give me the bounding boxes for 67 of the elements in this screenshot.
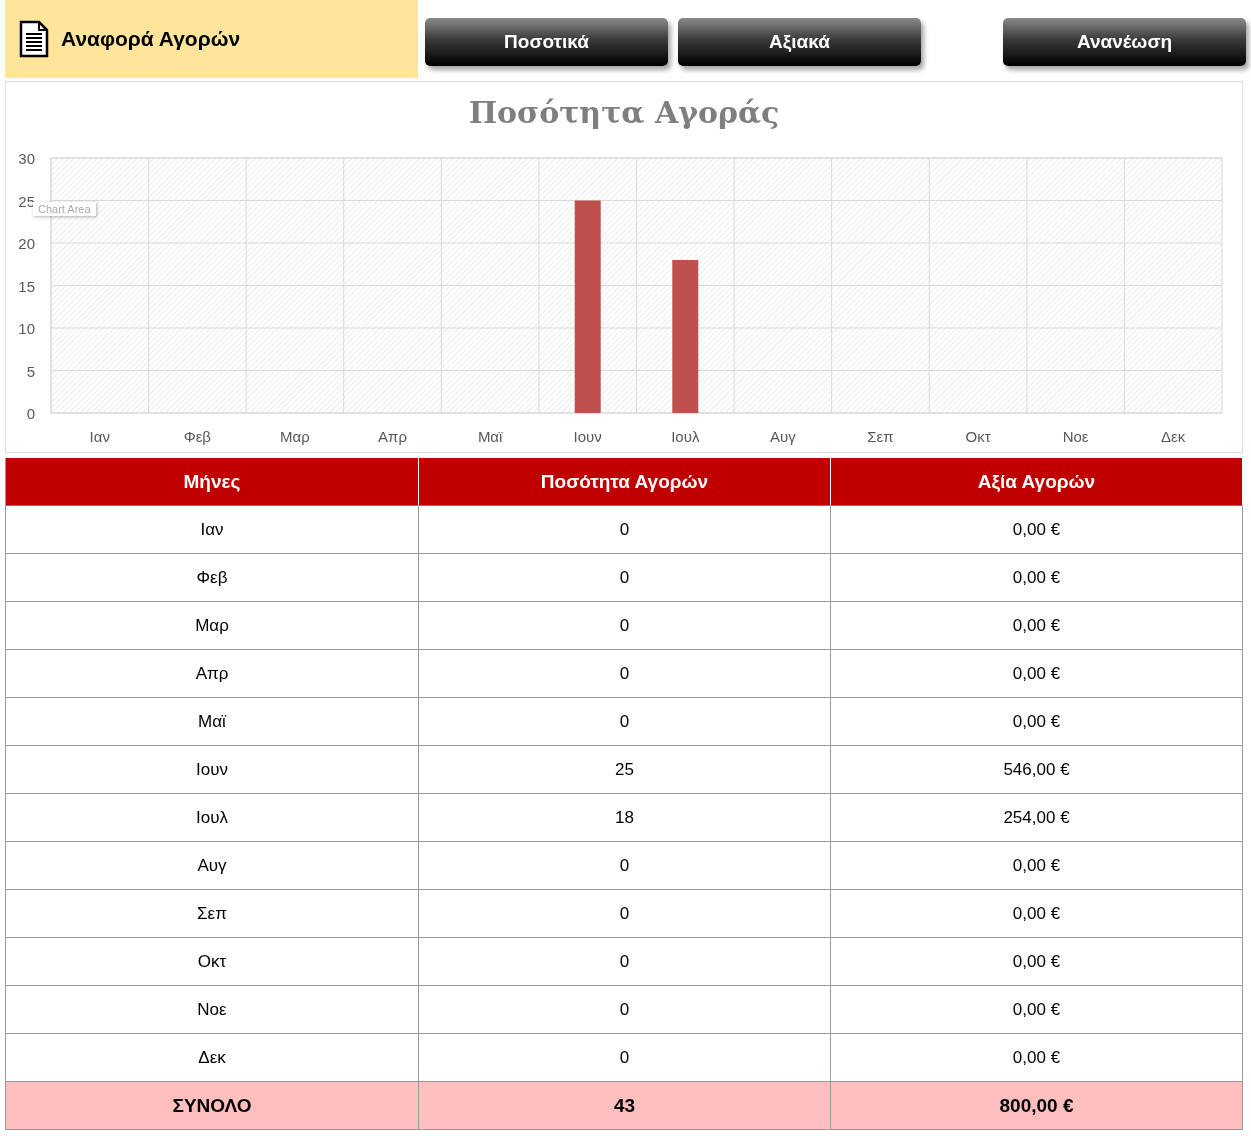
table-cell: Νοε (6, 986, 419, 1034)
table-cell: 0 (419, 842, 831, 890)
table-cell: 0,00 € (831, 842, 1243, 890)
refresh-button[interactable]: Ανανέωση (1003, 18, 1246, 66)
x-axis-label: Νοε (1062, 428, 1089, 445)
chart-title: Ποσότητα Αγοράς (468, 96, 780, 130)
table-cell: 18 (419, 794, 831, 842)
table-cell: Αυγ (6, 842, 419, 890)
y-axis-label: 0 (26, 405, 35, 422)
table-cell: 0 (419, 938, 831, 986)
table-cell: 0 (419, 698, 831, 746)
y-axis-label: 20 (18, 235, 35, 252)
table-cell: Απρ (6, 650, 419, 698)
table-cell: 0,00 € (831, 986, 1243, 1034)
x-axis-label: Μαρ (280, 428, 310, 445)
total-cell: 43 (419, 1082, 831, 1130)
table-cell: 25 (419, 746, 831, 794)
table-cell: 0,00 € (831, 554, 1243, 602)
y-axis-label: 15 (18, 277, 35, 295)
table-cell: 254,00 € (831, 794, 1243, 842)
table-cell: 546,00 € (831, 746, 1243, 794)
x-axis-label: Φεβ (183, 428, 211, 445)
table-cell: 0,00 € (831, 938, 1243, 986)
view-button[interactable]: Ποσοτικά (425, 18, 668, 66)
x-axis-label: Αυγ (770, 428, 796, 445)
column-header: Μήνες (6, 458, 419, 506)
document-icon (19, 20, 49, 58)
x-axis-label: Οκτ (965, 428, 991, 445)
report-title: Αναφορά Αγορών (61, 27, 241, 51)
view-button[interactable]: Αξιακά (678, 18, 921, 66)
table-cell: 0,00 € (831, 650, 1243, 698)
column-header: Αξία Αγορών (831, 458, 1243, 506)
table-cell: 0,00 € (831, 890, 1243, 938)
table-cell: 0 (419, 986, 831, 1034)
table-cell: 0 (419, 1034, 831, 1082)
table-cell: Μαρ (6, 602, 419, 650)
x-axis-label: Μαϊ (477, 428, 503, 445)
table-cell: 0,00 € (831, 506, 1243, 554)
table-cell: 0 (419, 602, 831, 650)
table-cell: 0 (419, 554, 831, 602)
y-axis-label: 5 (26, 362, 35, 380)
total-cell: ΣΥΝΟΛΟ (6, 1082, 419, 1130)
table-cell: 0,00 € (831, 698, 1243, 746)
x-axis-label: Ιουλ (671, 428, 700, 445)
table-cell: Ιαν (6, 506, 419, 554)
x-axis-label: Δεκ (1161, 428, 1186, 445)
tooltip: Chart Area (33, 202, 96, 216)
table-cell: 0 (419, 650, 831, 698)
table-cell: Οκτ (6, 938, 419, 986)
total-cell: 800,00 € (831, 1082, 1243, 1130)
x-axis-label: Ιουν (573, 428, 602, 445)
table-cell: Φεβ (6, 554, 419, 602)
table-cell: 0,00 € (831, 1034, 1243, 1082)
x-axis-label: Ιαν (89, 428, 110, 445)
y-axis-label: 30 (18, 150, 35, 167)
table-cell: Σεπ (6, 890, 419, 938)
table-cell: Ιουλ (6, 794, 419, 842)
y-axis-label: 10 (18, 320, 35, 337)
table-cell: 0,00 € (831, 602, 1243, 650)
x-axis-label: Σεπ (867, 428, 894, 445)
column-header: Ποσότητα Αγορών (419, 458, 831, 506)
table-cell: 0 (419, 506, 831, 554)
x-axis-label: Απρ (378, 428, 407, 445)
table-cell: Ιουν (6, 746, 419, 794)
table-cell: Δεκ (6, 1034, 419, 1082)
table-cell: 0 (419, 890, 831, 938)
table-cell: Μαϊ (6, 698, 419, 746)
